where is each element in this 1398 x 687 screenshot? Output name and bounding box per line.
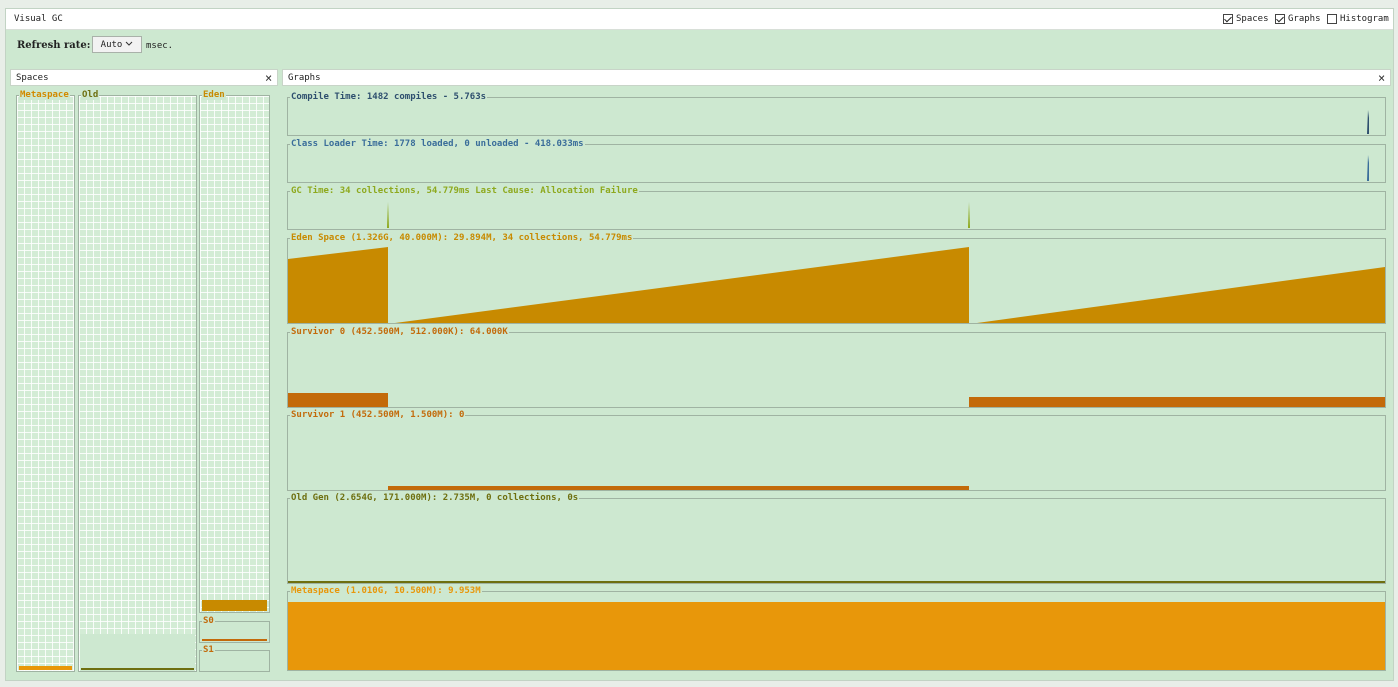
spaces-toggle-label: Spaces xyxy=(1236,14,1269,24)
close-icon[interactable]: × xyxy=(265,71,272,85)
compile-spike xyxy=(1367,110,1369,134)
gc-spike-2 xyxy=(968,202,970,228)
spaces-checkbox[interactable] xyxy=(1223,14,1233,24)
histogram-checkbox[interactable] xyxy=(1327,14,1337,24)
s0-space: S0 xyxy=(199,616,270,643)
histogram-toggle[interactable]: Histogram xyxy=(1327,14,1389,24)
class-loader-plot xyxy=(1367,155,1369,181)
eden-ramp-2 xyxy=(395,247,969,323)
eden-ramp-1 xyxy=(288,247,388,323)
survivor-0-bar-2 xyxy=(969,397,1385,407)
graphs-checkbox[interactable] xyxy=(1275,14,1285,24)
title-bar: Visual GC Spaces Graphs Histogram xyxy=(6,9,1393,30)
survivor-1-plot xyxy=(388,486,969,490)
s1-label: S1 xyxy=(202,645,215,655)
spaces-toggle[interactable]: Spaces xyxy=(1223,14,1269,24)
metaspace-label: Metaspace xyxy=(19,90,70,100)
histogram-toggle-label: Histogram xyxy=(1340,14,1389,24)
eden-label: Eden xyxy=(202,90,226,100)
old-label: Old xyxy=(81,90,100,100)
s0-label: S0 xyxy=(202,616,215,626)
graphs-panel-title: Graphs xyxy=(288,73,321,83)
visual-gc-window: Visual GC Spaces Graphs Histogram Refres… xyxy=(5,8,1394,681)
spaces-panel-header: Spaces × xyxy=(10,69,278,86)
old-gen-graph: Old Gen (2.654G, 171.000M): 2.735M, 0 co… xyxy=(287,493,1386,584)
old-space: Old xyxy=(78,90,197,672)
survivor-0-graph: Survivor 0 (452.500M, 512.000K): 64.000K xyxy=(287,327,1386,408)
survivor-1-graph: Survivor 1 (452.500M, 1.500M): 0 xyxy=(287,410,1386,491)
eden-space: Eden xyxy=(199,90,270,613)
metaspace-space: Metaspace xyxy=(16,90,75,672)
old-fill xyxy=(81,668,194,670)
graphs-toggle[interactable]: Graphs xyxy=(1275,14,1321,24)
class-loader-graph: Class Loader Time: 1778 loaded, 0 unload… xyxy=(287,139,1386,183)
eden-space-plot xyxy=(288,247,1385,323)
gc-time-graph: GC Time: 34 collections, 54.779ms Last C… xyxy=(287,186,1386,230)
spaces-panel-title: Spaces xyxy=(16,73,49,83)
eden-fill xyxy=(202,600,267,611)
refresh-rate-unit: msec. xyxy=(146,41,174,51)
survivor-0-bar-1 xyxy=(288,393,388,407)
class-loader-spike xyxy=(1367,155,1369,181)
refresh-rate-label: Refresh rate: xyxy=(17,40,91,51)
compile-time-plot xyxy=(1367,110,1369,134)
graphs-panel-header: Graphs × xyxy=(282,69,1391,86)
survivor-0-plot xyxy=(288,393,1385,407)
metaspace-fill xyxy=(19,666,72,670)
eden-ramp-3 xyxy=(977,267,1385,323)
survivor-1-bar xyxy=(388,486,969,490)
s1-space: S1 xyxy=(199,645,270,672)
compile-time-graph: Compile Time: 1482 compiles - 5.763s xyxy=(287,92,1386,136)
chevron-down-icon xyxy=(125,40,133,50)
close-icon[interactable]: × xyxy=(1378,71,1385,85)
metaspace-plot xyxy=(288,602,1385,670)
eden-space-graph: Eden Space (1.326G, 40.000M): 29.894M, 3… xyxy=(287,233,1386,324)
metaspace-area xyxy=(288,602,1385,670)
refresh-rate-value: Auto xyxy=(100,39,123,50)
old-gen-plot xyxy=(288,581,1385,583)
metaspace-graph: Metaspace (1.010G, 10.500M): 9.953M xyxy=(287,586,1386,671)
gc-time-plot xyxy=(387,202,970,228)
old-unused xyxy=(80,634,195,671)
graphs-toggle-label: Graphs xyxy=(1288,14,1321,24)
gc-spike-1 xyxy=(387,202,389,228)
s0-fill xyxy=(202,639,267,641)
window-title: Visual GC xyxy=(14,14,63,24)
refresh-rate-select[interactable]: Auto xyxy=(92,36,142,53)
old-gen-line xyxy=(288,581,1385,583)
